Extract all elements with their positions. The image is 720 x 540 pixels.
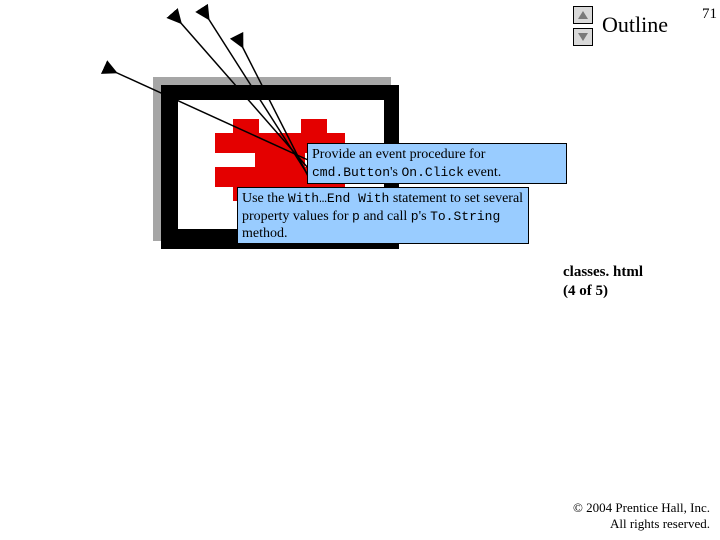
callout-code: p xyxy=(352,209,360,224)
triangle-up-icon xyxy=(577,10,589,20)
nav-up-button[interactable] xyxy=(573,6,593,24)
callout-text: Provide an event procedure for xyxy=(312,147,485,162)
file-name: classes. html xyxy=(563,264,643,280)
callout-code: On.Click xyxy=(402,165,464,180)
callout-code: p xyxy=(411,209,419,224)
callout-code: cmd.Button xyxy=(312,165,390,180)
nav-down-button[interactable] xyxy=(573,28,593,46)
page-number: 71 xyxy=(702,6,717,23)
footer-copyright: © 2004 Prentice Hall, Inc. All rights re… xyxy=(573,500,710,533)
callout-event-procedure: Provide an event procedure for cmd.Butto… xyxy=(307,143,567,184)
file-info: classes. html (4 of 5) xyxy=(563,263,643,301)
triangle-down-icon xyxy=(577,32,589,42)
callout-with-statement: Use the With…End With statement to set s… xyxy=(237,187,529,244)
callout-code: To.String xyxy=(430,209,500,224)
callout-code: With…End With xyxy=(288,191,389,206)
outline-title: Outline xyxy=(602,12,668,38)
file-pages: (4 of 5) xyxy=(563,283,608,299)
